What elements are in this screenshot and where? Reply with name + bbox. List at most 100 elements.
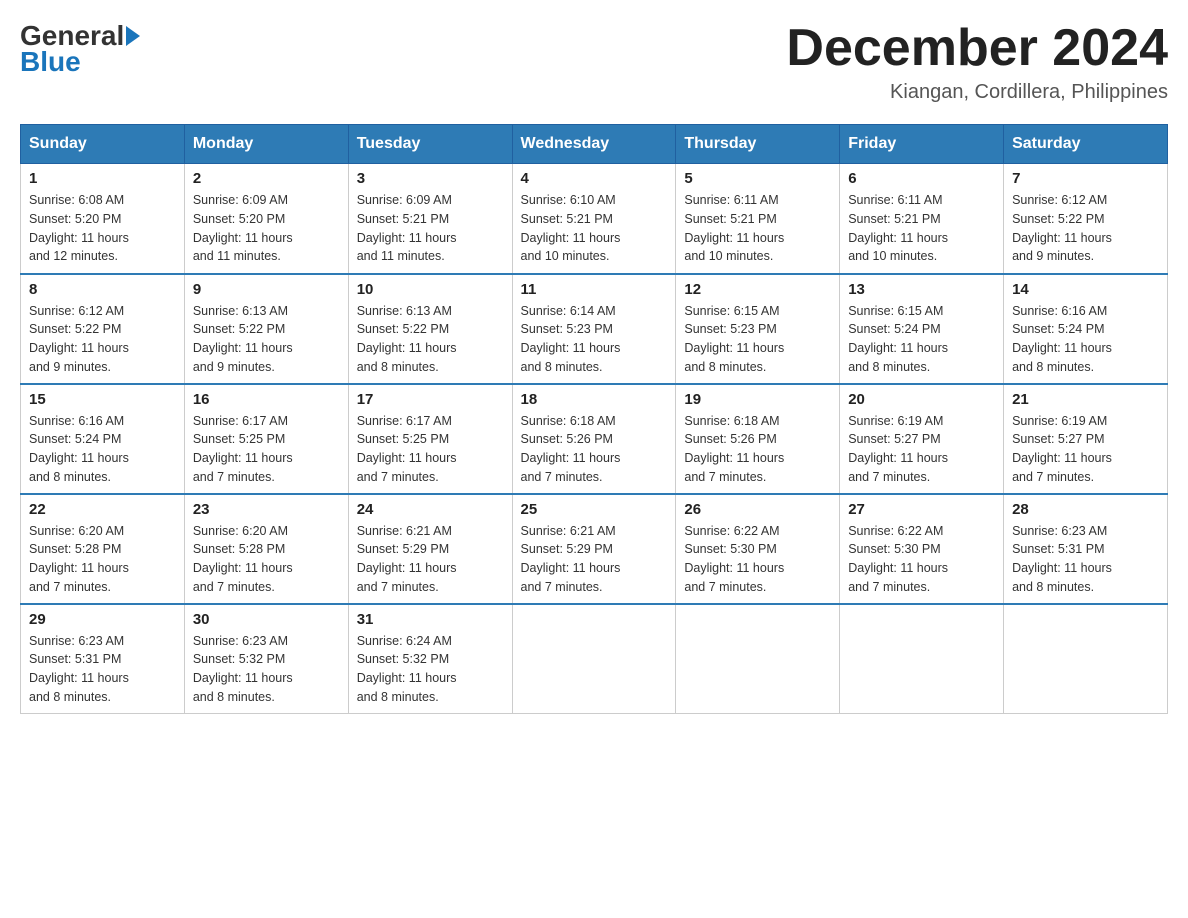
logo-arrow-icon [126, 26, 140, 46]
weekday-header-wednesday: Wednesday [512, 125, 676, 164]
calendar-day-cell: 24 Sunrise: 6:21 AM Sunset: 5:29 PM Dayl… [348, 494, 512, 604]
calendar-day-cell: 20 Sunrise: 6:19 AM Sunset: 5:27 PM Dayl… [840, 384, 1004, 494]
day-info: Sunrise: 6:15 AM Sunset: 5:23 PM Dayligh… [684, 302, 831, 377]
day-number: 16 [193, 391, 340, 408]
day-number: 18 [521, 391, 668, 408]
day-number: 9 [193, 281, 340, 298]
calendar-table: SundayMondayTuesdayWednesdayThursdayFrid… [20, 124, 1168, 714]
calendar-empty-cell [676, 604, 840, 714]
day-info: Sunrise: 6:21 AM Sunset: 5:29 PM Dayligh… [521, 522, 668, 597]
calendar-day-cell: 3 Sunrise: 6:09 AM Sunset: 5:21 PM Dayli… [348, 164, 512, 274]
day-number: 15 [29, 391, 176, 408]
day-info: Sunrise: 6:14 AM Sunset: 5:23 PM Dayligh… [521, 302, 668, 377]
weekday-header-sunday: Sunday [21, 125, 185, 164]
calendar-day-cell: 26 Sunrise: 6:22 AM Sunset: 5:30 PM Dayl… [676, 494, 840, 604]
logo: General Blue [20, 20, 142, 78]
day-number: 28 [1012, 501, 1159, 518]
calendar-day-cell: 31 Sunrise: 6:24 AM Sunset: 5:32 PM Dayl… [348, 604, 512, 714]
day-info: Sunrise: 6:09 AM Sunset: 5:20 PM Dayligh… [193, 191, 340, 266]
weekday-header-thursday: Thursday [676, 125, 840, 164]
day-info: Sunrise: 6:08 AM Sunset: 5:20 PM Dayligh… [29, 191, 176, 266]
calendar-day-cell: 12 Sunrise: 6:15 AM Sunset: 5:23 PM Dayl… [676, 274, 840, 384]
day-number: 30 [193, 611, 340, 628]
day-info: Sunrise: 6:19 AM Sunset: 5:27 PM Dayligh… [848, 412, 995, 487]
calendar-week-row: 22 Sunrise: 6:20 AM Sunset: 5:28 PM Dayl… [21, 494, 1168, 604]
day-info: Sunrise: 6:12 AM Sunset: 5:22 PM Dayligh… [29, 302, 176, 377]
day-number: 1 [29, 170, 176, 187]
day-info: Sunrise: 6:22 AM Sunset: 5:30 PM Dayligh… [684, 522, 831, 597]
calendar-empty-cell [840, 604, 1004, 714]
day-info: Sunrise: 6:23 AM Sunset: 5:31 PM Dayligh… [1012, 522, 1159, 597]
day-number: 27 [848, 501, 995, 518]
calendar-day-cell: 23 Sunrise: 6:20 AM Sunset: 5:28 PM Dayl… [184, 494, 348, 604]
calendar-day-cell: 11 Sunrise: 6:14 AM Sunset: 5:23 PM Dayl… [512, 274, 676, 384]
calendar-day-cell: 13 Sunrise: 6:15 AM Sunset: 5:24 PM Dayl… [840, 274, 1004, 384]
calendar-day-cell: 4 Sunrise: 6:10 AM Sunset: 5:21 PM Dayli… [512, 164, 676, 274]
day-info: Sunrise: 6:09 AM Sunset: 5:21 PM Dayligh… [357, 191, 504, 266]
page-header: General Blue December 2024 Kiangan, Cord… [20, 20, 1168, 104]
day-number: 13 [848, 281, 995, 298]
weekday-header-row: SundayMondayTuesdayWednesdayThursdayFrid… [21, 125, 1168, 164]
calendar-empty-cell [1004, 604, 1168, 714]
calendar-day-cell: 6 Sunrise: 6:11 AM Sunset: 5:21 PM Dayli… [840, 164, 1004, 274]
day-info: Sunrise: 6:11 AM Sunset: 5:21 PM Dayligh… [848, 191, 995, 266]
day-number: 4 [521, 170, 668, 187]
day-number: 5 [684, 170, 831, 187]
calendar-day-cell: 21 Sunrise: 6:19 AM Sunset: 5:27 PM Dayl… [1004, 384, 1168, 494]
day-info: Sunrise: 6:13 AM Sunset: 5:22 PM Dayligh… [193, 302, 340, 377]
calendar-day-cell: 14 Sunrise: 6:16 AM Sunset: 5:24 PM Dayl… [1004, 274, 1168, 384]
day-number: 31 [357, 611, 504, 628]
day-number: 2 [193, 170, 340, 187]
day-number: 24 [357, 501, 504, 518]
day-info: Sunrise: 6:13 AM Sunset: 5:22 PM Dayligh… [357, 302, 504, 377]
calendar-week-row: 15 Sunrise: 6:16 AM Sunset: 5:24 PM Dayl… [21, 384, 1168, 494]
calendar-day-cell: 30 Sunrise: 6:23 AM Sunset: 5:32 PM Dayl… [184, 604, 348, 714]
day-number: 19 [684, 391, 831, 408]
day-number: 26 [684, 501, 831, 518]
day-number: 22 [29, 501, 176, 518]
calendar-day-cell: 8 Sunrise: 6:12 AM Sunset: 5:22 PM Dayli… [21, 274, 185, 384]
title-section: December 2024 Kiangan, Cordillera, Phili… [786, 20, 1168, 104]
day-info: Sunrise: 6:20 AM Sunset: 5:28 PM Dayligh… [29, 522, 176, 597]
logo-blue-text: Blue [20, 46, 81, 78]
day-info: Sunrise: 6:11 AM Sunset: 5:21 PM Dayligh… [684, 191, 831, 266]
day-number: 29 [29, 611, 176, 628]
calendar-empty-cell [512, 604, 676, 714]
day-info: Sunrise: 6:15 AM Sunset: 5:24 PM Dayligh… [848, 302, 995, 377]
day-info: Sunrise: 6:17 AM Sunset: 5:25 PM Dayligh… [193, 412, 340, 487]
day-info: Sunrise: 6:19 AM Sunset: 5:27 PM Dayligh… [1012, 412, 1159, 487]
calendar-day-cell: 16 Sunrise: 6:17 AM Sunset: 5:25 PM Dayl… [184, 384, 348, 494]
calendar-day-cell: 2 Sunrise: 6:09 AM Sunset: 5:20 PM Dayli… [184, 164, 348, 274]
calendar-day-cell: 7 Sunrise: 6:12 AM Sunset: 5:22 PM Dayli… [1004, 164, 1168, 274]
day-number: 23 [193, 501, 340, 518]
weekday-header-tuesday: Tuesday [348, 125, 512, 164]
calendar-day-cell: 17 Sunrise: 6:17 AM Sunset: 5:25 PM Dayl… [348, 384, 512, 494]
calendar-day-cell: 9 Sunrise: 6:13 AM Sunset: 5:22 PM Dayli… [184, 274, 348, 384]
calendar-week-row: 8 Sunrise: 6:12 AM Sunset: 5:22 PM Dayli… [21, 274, 1168, 384]
weekday-header-monday: Monday [184, 125, 348, 164]
calendar-day-cell: 22 Sunrise: 6:20 AM Sunset: 5:28 PM Dayl… [21, 494, 185, 604]
day-number: 12 [684, 281, 831, 298]
calendar-week-row: 29 Sunrise: 6:23 AM Sunset: 5:31 PM Dayl… [21, 604, 1168, 714]
weekday-header-saturday: Saturday [1004, 125, 1168, 164]
day-info: Sunrise: 6:18 AM Sunset: 5:26 PM Dayligh… [684, 412, 831, 487]
calendar-day-cell: 5 Sunrise: 6:11 AM Sunset: 5:21 PM Dayli… [676, 164, 840, 274]
day-info: Sunrise: 6:12 AM Sunset: 5:22 PM Dayligh… [1012, 191, 1159, 266]
calendar-day-cell: 25 Sunrise: 6:21 AM Sunset: 5:29 PM Dayl… [512, 494, 676, 604]
calendar-week-row: 1 Sunrise: 6:08 AM Sunset: 5:20 PM Dayli… [21, 164, 1168, 274]
calendar-day-cell: 29 Sunrise: 6:23 AM Sunset: 5:31 PM Dayl… [21, 604, 185, 714]
day-info: Sunrise: 6:16 AM Sunset: 5:24 PM Dayligh… [1012, 302, 1159, 377]
day-info: Sunrise: 6:24 AM Sunset: 5:32 PM Dayligh… [357, 632, 504, 707]
day-number: 20 [848, 391, 995, 408]
day-number: 8 [29, 281, 176, 298]
calendar-day-cell: 10 Sunrise: 6:13 AM Sunset: 5:22 PM Dayl… [348, 274, 512, 384]
day-number: 21 [1012, 391, 1159, 408]
day-info: Sunrise: 6:16 AM Sunset: 5:24 PM Dayligh… [29, 412, 176, 487]
day-number: 7 [1012, 170, 1159, 187]
calendar-day-cell: 19 Sunrise: 6:18 AM Sunset: 5:26 PM Dayl… [676, 384, 840, 494]
day-info: Sunrise: 6:10 AM Sunset: 5:21 PM Dayligh… [521, 191, 668, 266]
location-subtitle: Kiangan, Cordillera, Philippines [786, 81, 1168, 104]
day-number: 17 [357, 391, 504, 408]
day-info: Sunrise: 6:20 AM Sunset: 5:28 PM Dayligh… [193, 522, 340, 597]
day-number: 14 [1012, 281, 1159, 298]
